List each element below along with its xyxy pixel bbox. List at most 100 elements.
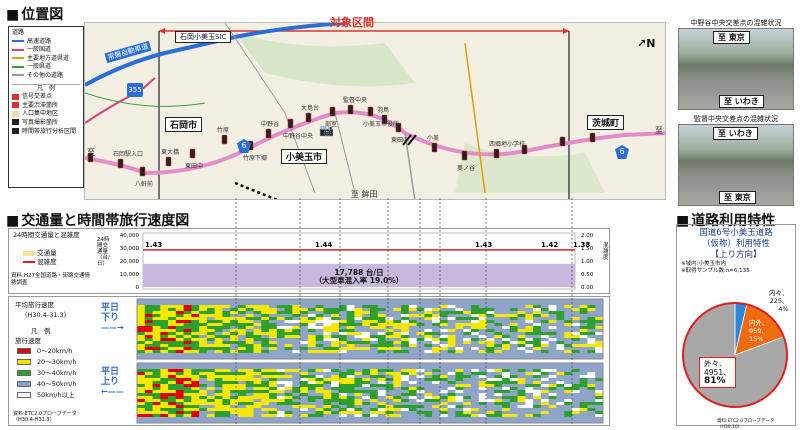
legend-marker-swatch	[12, 119, 19, 126]
outer-name: 外々、	[704, 359, 727, 368]
route-355-shield: 355	[127, 83, 143, 97]
inner-label: 内々、 225、 4%	[769, 289, 789, 313]
legend-marker-item: 信号交差点	[12, 93, 80, 102]
town-ibaraki-label: 茨城町	[587, 115, 625, 130]
signal-icon	[165, 156, 172, 167]
city-ishioka-label: 石岡市	[165, 117, 203, 132]
intersection-label: 八軒前	[135, 181, 154, 188]
location-section-title: 位置図	[6, 4, 63, 24]
signal-icon	[431, 142, 438, 153]
outer-pct: 81%	[704, 376, 726, 386]
usage-source: 資料:ETC2.0プローブデータ（H30.10）	[717, 419, 775, 430]
signal-icon	[265, 128, 272, 139]
legend-marker-swatch	[12, 128, 19, 135]
intersection-label: 大島台	[301, 105, 320, 112]
photo-kantoku: 至 いわき 至 東京	[678, 124, 794, 206]
connector-lines	[235, 198, 573, 424]
intersection-label: 西郷地小学校	[489, 141, 526, 148]
legend-road-label: 主要地方道県道	[27, 54, 70, 62]
signal-icon	[189, 148, 196, 159]
signal-icon	[347, 104, 354, 115]
legend-road-label: その他の道路	[27, 71, 64, 79]
legend-road-label: 一般県道	[27, 63, 52, 71]
inner-pct: 4%	[778, 305, 789, 313]
legend-road-swatch	[12, 48, 24, 51]
signal-icon	[117, 158, 124, 169]
photo2-top-dir: 至 いわき	[713, 127, 758, 140]
legend-road-swatch	[12, 65, 24, 68]
legend-road-list: 高速道路 一般国道 主要地方道県道 一般県道 その他の道路	[12, 38, 80, 81]
legend-marker-swatch	[12, 110, 19, 117]
city-omitama-label: 小美玉市	[281, 149, 328, 164]
intersection-label: 中野谷	[261, 121, 280, 128]
signal-icon	[559, 136, 566, 147]
legend-road-title: 道路	[12, 29, 25, 36]
north-label: N	[646, 37, 656, 50]
inner-name: 内々、	[769, 289, 789, 297]
inout-label: 内外、 959、 15%	[749, 319, 769, 343]
inout-name: 内外、	[749, 319, 769, 327]
ic-label: 石岡小美玉SIC	[175, 31, 232, 43]
intersection-label: 東大橋	[161, 149, 180, 156]
signal-icon	[493, 148, 500, 159]
legend-marker-label: 主要渋滞箇所	[22, 101, 59, 109]
intersection-label: 羽鳥	[377, 107, 390, 114]
photo1-bottom-dir: 至 いわき	[719, 95, 764, 108]
legend-road-swatch	[12, 40, 24, 43]
outer-label: 外々、 4951、 81%	[699, 357, 736, 388]
to-west-label: 至	[87, 148, 95, 157]
photo2-caption: 監督中央交差点の混雑状況	[694, 115, 778, 123]
location-map[interactable]: 石岡小美玉SIC 常磐自動車道 石岡市 小美玉市 茨城町 6 6 355 至 至…	[84, 22, 666, 200]
intersection-label: 東田中	[185, 163, 204, 170]
legend-road-item: 一般県道	[12, 63, 80, 72]
photo2-bottom-dir: 至 東京	[719, 191, 756, 204]
photo1-caption: 中野谷中央交差点の混雑状況	[690, 19, 782, 27]
legend-road-swatch	[12, 74, 24, 77]
intersection-label: 石岡駅入口	[113, 151, 144, 158]
legend-road-label: 高速道路	[27, 37, 52, 45]
usage-box: 国道6号小美玉道路 （仮称）利用特性 【上り方向】 ※域内:小美玉市内 ※取得サ…	[676, 224, 796, 430]
signal-icon	[305, 112, 312, 123]
legend-marker-label: 信号交差点	[22, 93, 53, 101]
inner-value: 225、	[769, 297, 789, 305]
north-arrow-icon: ↗N	[637, 37, 656, 50]
legend-marker-item: 時間帯旅行分析区間	[12, 128, 80, 137]
usage-pie-chart	[682, 302, 788, 408]
legend-marker-swatch	[12, 93, 19, 100]
legend-road-swatch	[12, 57, 24, 60]
intersection-label: 東田中	[391, 137, 410, 144]
signal-icon	[287, 118, 294, 129]
map-legend: 道路 高速道路 一般国道 主要地方道県道 一般県道 その他の道路 凡 例 信号交差点 主要…	[8, 26, 84, 188]
intersection-label: 小美玉市役所	[363, 121, 400, 128]
legend-road-item: 高速道路	[12, 38, 80, 47]
target-section-label: 対象区間	[330, 16, 374, 29]
legend-marker-item: 人口集中地区	[12, 110, 80, 119]
legend-marker-item: 写真撮影箇所	[12, 119, 80, 128]
legend-marker-title: 凡 例	[12, 83, 80, 94]
signal-icon	[367, 106, 374, 117]
legend-marker-label: 時間帯旅行分析区間	[22, 127, 77, 135]
inout-pct: 15%	[749, 335, 764, 343]
signal-icon	[589, 132, 596, 143]
signal-icon	[221, 134, 228, 145]
intersection-label: 小美	[427, 135, 440, 142]
legend-marker-list: 信号交差点 主要渋滞箇所 人口集中地区 写真撮影箇所 時間帯旅行分析区間	[12, 93, 80, 136]
inout-value: 959、	[749, 327, 768, 335]
intersection-label: 中野谷中央	[283, 133, 314, 140]
legend-road-item: その他の道路	[12, 72, 80, 81]
intersection-label: 竹原	[217, 127, 230, 134]
intersection-label: 奥ノ谷	[457, 165, 476, 172]
legend-marker-label: 写真撮影箇所	[22, 118, 59, 126]
signal-icon	[461, 150, 468, 161]
signal-icon	[329, 106, 336, 117]
legend-road-label: 一般国道	[27, 46, 52, 54]
map-canvas	[85, 23, 665, 199]
intersection-label: 監督中央	[343, 97, 368, 104]
legend-marker-swatch	[12, 102, 19, 109]
photo1-top-dir: 至 東京	[713, 31, 750, 44]
legend-road-item: 一般国道	[12, 46, 80, 55]
intersection-label: 竹原下郷	[243, 155, 268, 162]
signal-icon	[139, 166, 146, 177]
intersection-label: 部室	[325, 121, 338, 128]
to-east-label: 至	[655, 126, 663, 135]
